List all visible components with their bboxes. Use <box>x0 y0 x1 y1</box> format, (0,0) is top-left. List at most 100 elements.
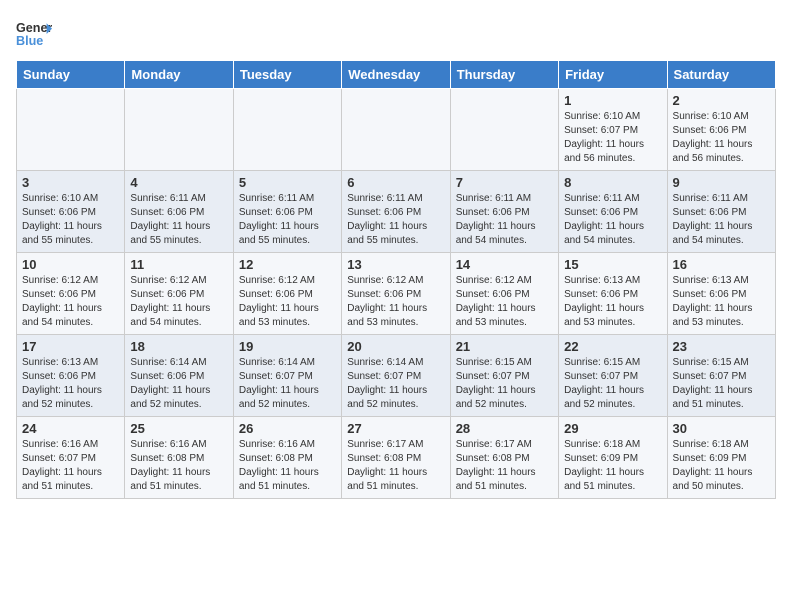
page-header: General Blue <box>16 16 776 52</box>
day-number: 23 <box>673 339 770 354</box>
day-number: 26 <box>239 421 336 436</box>
day-info: Sunrise: 6:12 AM Sunset: 6:06 PM Dayligh… <box>347 274 444 330</box>
day-info: Sunrise: 6:13 AM Sunset: 6:06 PM Dayligh… <box>673 274 770 330</box>
day-number: 28 <box>456 421 553 436</box>
day-number: 16 <box>673 257 770 272</box>
day-info: Sunrise: 6:10 AM Sunset: 6:06 PM Dayligh… <box>22 192 119 248</box>
day-info: Sunrise: 6:15 AM Sunset: 6:07 PM Dayligh… <box>673 356 770 412</box>
day-info: Sunrise: 6:12 AM Sunset: 6:06 PM Dayligh… <box>239 274 336 330</box>
logo: General Blue <box>16 16 58 52</box>
calendar-cell: 15 Sunrise: 6:13 AM Sunset: 6:06 PM Dayli… <box>559 253 667 335</box>
svg-text:Blue: Blue <box>16 34 43 48</box>
day-number: 15 <box>564 257 661 272</box>
day-number: 14 <box>456 257 553 272</box>
day-info: Sunrise: 6:18 AM Sunset: 6:09 PM Dayligh… <box>564 438 661 494</box>
day-info: Sunrise: 6:17 AM Sunset: 6:08 PM Dayligh… <box>347 438 444 494</box>
calendar-cell: 26Sunrise: 6:16 AM Sunset: 6:08 PM Dayli… <box>233 417 341 499</box>
day-info: Sunrise: 6:14 AM Sunset: 6:07 PM Dayligh… <box>239 356 336 412</box>
day-number: 18 <box>130 339 227 354</box>
calendar-table: SundayMondayTuesdayWednesdayThursdayFrid… <box>16 60 776 499</box>
day-number: 25 <box>130 421 227 436</box>
calendar-cell: 16 Sunrise: 6:13 AM Sunset: 6:06 PM Dayli… <box>667 253 775 335</box>
day-info: Sunrise: 6:13 AM Sunset: 6:06 PM Dayligh… <box>22 356 119 412</box>
calendar-cell: 6 Sunrise: 6:11 AM Sunset: 6:06 PM Daylig… <box>342 171 450 253</box>
day-number: 24 <box>22 421 119 436</box>
calendar-cell: 28Sunrise: 6:17 AM Sunset: 6:08 PM Dayli… <box>450 417 558 499</box>
weekday-header-monday: Monday <box>125 61 233 89</box>
calendar-cell: 13 Sunrise: 6:12 AM Sunset: 6:06 PM Dayli… <box>342 253 450 335</box>
day-info: Sunrise: 6:15 AM Sunset: 6:07 PM Dayligh… <box>564 356 661 412</box>
day-number: 19 <box>239 339 336 354</box>
day-info: Sunrise: 6:14 AM Sunset: 6:06 PM Dayligh… <box>130 356 227 412</box>
day-number: 1 <box>564 93 661 108</box>
calendar-week-5: 24 Sunrise: 6:16 AM Sunset: 6:07 PM Dayli… <box>17 417 776 499</box>
calendar-cell: 7 Sunrise: 6:11 AM Sunset: 6:06 PM Daylig… <box>450 171 558 253</box>
day-number: 12 <box>239 257 336 272</box>
calendar-cell: 8 Sunrise: 6:11 AM Sunset: 6:06 PM Daylig… <box>559 171 667 253</box>
day-info: Sunrise: 6:12 AM Sunset: 6:06 PM Dayligh… <box>22 274 119 330</box>
calendar-cell: 14 Sunrise: 6:12 AM Sunset: 6:06 PM Dayli… <box>450 253 558 335</box>
day-info: Sunrise: 6:18 AM Sunset: 6:09 PM Dayligh… <box>673 438 770 494</box>
day-number: 6 <box>347 175 444 190</box>
day-info: Sunrise: 6:13 AM Sunset: 6:06 PM Dayligh… <box>564 274 661 330</box>
day-info: Sunrise: 6:11 AM Sunset: 6:06 PM Dayligh… <box>564 192 661 248</box>
calendar-cell: 12 Sunrise: 6:12 AM Sunset: 6:06 PM Dayli… <box>233 253 341 335</box>
day-number: 3 <box>22 175 119 190</box>
calendar-cell: 1 Sunrise: 6:10 AM Sunset: 6:07 PM Daylig… <box>559 89 667 171</box>
weekday-header-saturday: Saturday <box>667 61 775 89</box>
calendar-cell: 4Sunrise: 6:11 AM Sunset: 6:06 PM Daylig… <box>125 171 233 253</box>
calendar-cell <box>233 89 341 171</box>
weekday-header-row: SundayMondayTuesdayWednesdayThursdayFrid… <box>17 61 776 89</box>
calendar-cell: 25 Sunrise: 6:16 AM Sunset: 6:08 PM Dayli… <box>125 417 233 499</box>
day-info: Sunrise: 6:16 AM Sunset: 6:07 PM Dayligh… <box>22 438 119 494</box>
calendar-cell: 18 Sunrise: 6:14 AM Sunset: 6:06 PM Dayli… <box>125 335 233 417</box>
calendar-cell <box>450 89 558 171</box>
day-info: Sunrise: 6:10 AM Sunset: 6:06 PM Dayligh… <box>673 110 770 166</box>
calendar-cell: 5 Sunrise: 6:11 AM Sunset: 6:06 PM Daylig… <box>233 171 341 253</box>
day-info: Sunrise: 6:16 AM Sunset: 6:08 PM Dayligh… <box>130 438 227 494</box>
day-info: Sunrise: 6:11 AM Sunset: 6:06 PM Dayligh… <box>239 192 336 248</box>
calendar-cell: 11 Sunrise: 6:12 AM Sunset: 6:06 PM Dayli… <box>125 253 233 335</box>
day-number: 4 <box>130 175 227 190</box>
calendar-cell: 23 Sunrise: 6:15 AM Sunset: 6:07 PM Dayli… <box>667 335 775 417</box>
weekday-header-tuesday: Tuesday <box>233 61 341 89</box>
calendar-cell: 22Sunrise: 6:15 AM Sunset: 6:07 PM Dayli… <box>559 335 667 417</box>
calendar-cell: 3 Sunrise: 6:10 AM Sunset: 6:06 PM Daylig… <box>17 171 125 253</box>
calendar-cell: 20Sunrise: 6:14 AM Sunset: 6:07 PM Dayli… <box>342 335 450 417</box>
calendar-header: SundayMondayTuesdayWednesdayThursdayFrid… <box>17 61 776 89</box>
day-info: Sunrise: 6:11 AM Sunset: 6:06 PM Dayligh… <box>347 192 444 248</box>
day-number: 11 <box>130 257 227 272</box>
day-info: Sunrise: 6:14 AM Sunset: 6:07 PM Dayligh… <box>347 356 444 412</box>
day-number: 7 <box>456 175 553 190</box>
day-number: 9 <box>673 175 770 190</box>
day-number: 8 <box>564 175 661 190</box>
logo-icon: General Blue <box>16 16 52 52</box>
day-info: Sunrise: 6:10 AM Sunset: 6:07 PM Dayligh… <box>564 110 661 166</box>
day-info: Sunrise: 6:11 AM Sunset: 6:06 PM Dayligh… <box>456 192 553 248</box>
weekday-header-wednesday: Wednesday <box>342 61 450 89</box>
day-number: 27 <box>347 421 444 436</box>
day-number: 29 <box>564 421 661 436</box>
calendar-cell: 10Sunrise: 6:12 AM Sunset: 6:06 PM Dayli… <box>17 253 125 335</box>
day-number: 21 <box>456 339 553 354</box>
day-number: 30 <box>673 421 770 436</box>
calendar-cell: 24 Sunrise: 6:16 AM Sunset: 6:07 PM Dayli… <box>17 417 125 499</box>
day-info: Sunrise: 6:12 AM Sunset: 6:06 PM Dayligh… <box>130 274 227 330</box>
weekday-header-sunday: Sunday <box>17 61 125 89</box>
calendar-cell: 30 Sunrise: 6:18 AM Sunset: 6:09 PM Dayli… <box>667 417 775 499</box>
calendar-cell: 17Sunrise: 6:13 AM Sunset: 6:06 PM Dayli… <box>17 335 125 417</box>
calendar-cell: 19 Sunrise: 6:14 AM Sunset: 6:07 PM Dayli… <box>233 335 341 417</box>
day-info: Sunrise: 6:11 AM Sunset: 6:06 PM Dayligh… <box>673 192 770 248</box>
calendar-week-3: 10Sunrise: 6:12 AM Sunset: 6:06 PM Dayli… <box>17 253 776 335</box>
calendar-cell: 9 Sunrise: 6:11 AM Sunset: 6:06 PM Daylig… <box>667 171 775 253</box>
calendar-cell <box>17 89 125 171</box>
day-number: 13 <box>347 257 444 272</box>
calendar-week-1: 1 Sunrise: 6:10 AM Sunset: 6:07 PM Daylig… <box>17 89 776 171</box>
calendar-body: 1 Sunrise: 6:10 AM Sunset: 6:07 PM Daylig… <box>17 89 776 499</box>
calendar-cell: 27 Sunrise: 6:17 AM Sunset: 6:08 PM Dayli… <box>342 417 450 499</box>
calendar-week-4: 17Sunrise: 6:13 AM Sunset: 6:06 PM Dayli… <box>17 335 776 417</box>
weekday-header-friday: Friday <box>559 61 667 89</box>
day-number: 5 <box>239 175 336 190</box>
day-info: Sunrise: 6:12 AM Sunset: 6:06 PM Dayligh… <box>456 274 553 330</box>
day-info: Sunrise: 6:15 AM Sunset: 6:07 PM Dayligh… <box>456 356 553 412</box>
